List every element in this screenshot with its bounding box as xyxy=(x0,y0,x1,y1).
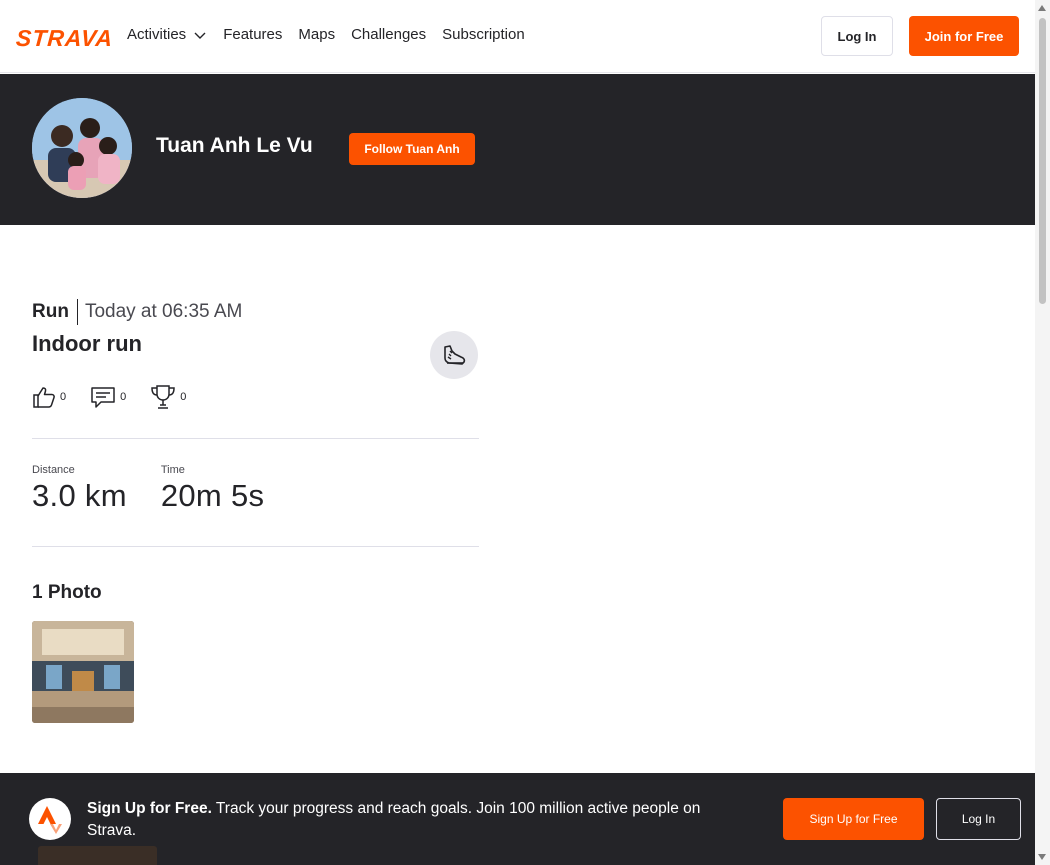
scroll-thumb[interactable] xyxy=(1039,18,1046,304)
stat-label: Distance xyxy=(32,464,75,476)
activity-type: Run xyxy=(32,301,69,322)
signup-button[interactable]: Sign Up for Free xyxy=(783,798,924,840)
nav-item-subscription[interactable]: Subscription xyxy=(442,26,525,43)
nav-links: Activities Features Maps Challenges Subs… xyxy=(127,26,541,43)
nav-item-label: Activities xyxy=(127,26,187,43)
signup-headline: Sign Up for Free. xyxy=(87,800,212,817)
nav-item-activities[interactable]: Activities xyxy=(127,26,207,43)
strava-logo-icon xyxy=(29,798,71,840)
athlete-banner: Tuan Anh Le Vu Follow Tuan Anh xyxy=(0,74,1035,225)
stat-value: 20m 5s xyxy=(160,478,265,513)
strava-logo[interactable]: STRAVA xyxy=(15,25,114,52)
activity-photo[interactable] xyxy=(32,621,134,723)
obscured-element xyxy=(38,846,157,865)
stat-time: Time 20m 5s xyxy=(161,464,264,514)
avatar-photo xyxy=(32,98,132,198)
divider xyxy=(32,546,479,547)
kudos-count: 0 xyxy=(60,391,67,403)
photos-title: 1 Photo xyxy=(32,582,102,603)
signup-message: Sign Up for Free. Track your progress an… xyxy=(87,798,747,842)
trophy-icon xyxy=(151,385,176,409)
divider xyxy=(32,438,479,439)
comment-icon xyxy=(91,387,115,408)
athlete-name[interactable]: Tuan Anh Le Vu xyxy=(156,134,313,158)
thumbs-up-icon xyxy=(33,387,55,408)
stat-label: Time xyxy=(160,464,185,476)
chevron-down-icon xyxy=(194,32,206,39)
social-actions: 0 0 0 xyxy=(32,384,210,410)
login-button[interactable]: Log In xyxy=(821,16,893,56)
follow-button[interactable]: Follow Tuan Anh xyxy=(349,133,475,165)
page: STRAVA Activities Features Maps Challeng… xyxy=(0,0,1035,865)
banner-login-button[interactable]: Log In xyxy=(936,798,1021,840)
achievements-button[interactable]: 0 xyxy=(150,384,186,410)
strava-mark-icon xyxy=(38,806,62,834)
kudos-button[interactable]: 0 xyxy=(32,385,66,409)
meta-separator xyxy=(76,299,78,325)
activity-time: Today at 06:35 AM xyxy=(84,301,243,322)
activity-meta: Run Today at 06:35 AM xyxy=(32,298,479,326)
scroll-up-arrow-icon[interactable] xyxy=(1038,5,1046,11)
activity-details: Run Today at 06:35 AM Indoor run 0 0 0 D… xyxy=(32,298,479,723)
nav-item-challenges[interactable]: Challenges xyxy=(351,26,426,43)
top-nav: STRAVA Activities Features Maps Challeng… xyxy=(0,0,1035,73)
scroll-down-arrow-icon[interactable] xyxy=(1038,854,1046,860)
nav-item-maps[interactable]: Maps xyxy=(298,26,335,43)
stat-distance: Distance 3.0 km xyxy=(32,464,127,514)
activity-stats: Distance 3.0 km Time 20m 5s xyxy=(32,464,298,514)
comments-count: 0 xyxy=(120,391,127,403)
comments-button[interactable]: 0 xyxy=(90,385,126,409)
activity-name: Indoor run xyxy=(32,331,142,356)
avatar[interactable] xyxy=(32,98,132,198)
join-button[interactable]: Join for Free xyxy=(909,16,1019,56)
shoe-icon xyxy=(444,345,466,365)
photo-thumbnail xyxy=(32,621,134,723)
nav-item-features[interactable]: Features xyxy=(223,26,282,43)
scrollbar[interactable] xyxy=(1035,0,1050,865)
stat-value: 3.0 km xyxy=(32,478,127,513)
sport-badge xyxy=(430,331,478,379)
achievements-count: 0 xyxy=(180,391,187,403)
